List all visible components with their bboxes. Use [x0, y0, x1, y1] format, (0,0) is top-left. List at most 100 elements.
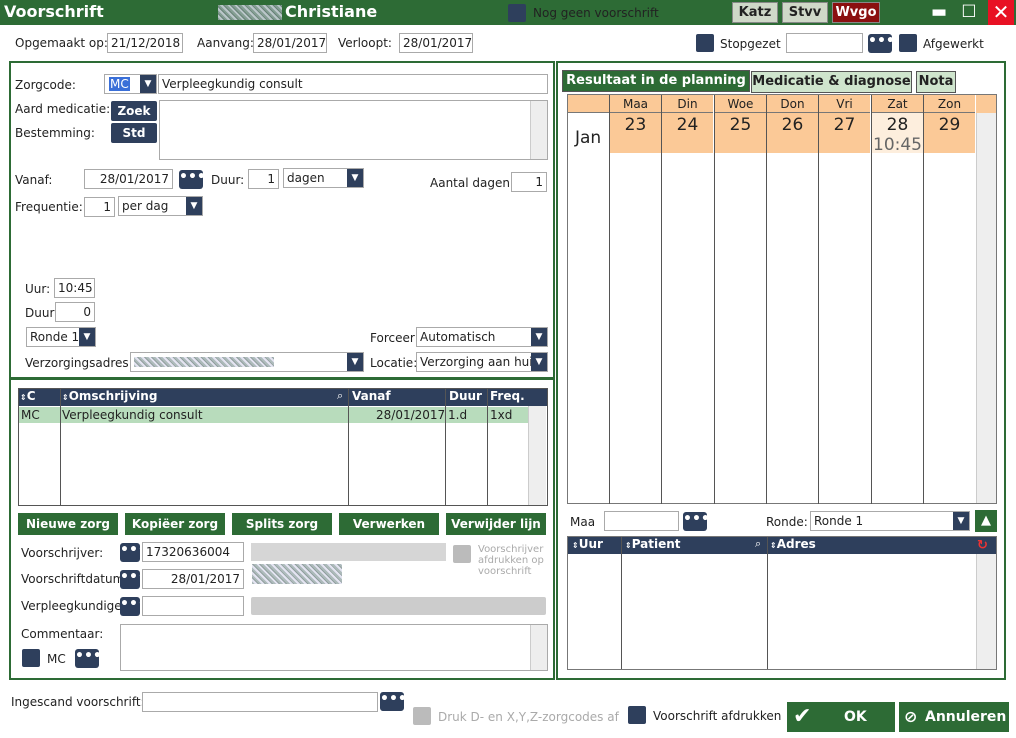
voorschriftdatum-dots-button[interactable]: •••: [120, 570, 147, 589]
voorschriftdatum-field[interactable]: 28/01/2017: [142, 569, 244, 589]
aard-medicatie-textarea[interactable]: [159, 100, 548, 160]
textarea-scrollbar[interactable]: [530, 101, 547, 159]
chevron-down-icon: ▼: [79, 328, 95, 346]
appointment-time[interactable]: 10:45: [872, 135, 923, 155]
tab-medicatie[interactable]: Medicatie & diagnose: [751, 71, 912, 93]
tab-resultaat[interactable]: Resultaat in de planning: [562, 70, 750, 92]
grid-scrollbar[interactable]: [528, 406, 546, 505]
verpleegkundige-label: Verpleegkundige:: [21, 599, 126, 613]
grid-col-freq[interactable]: Freq.: [490, 389, 525, 403]
tab-nota[interactable]: Nota: [916, 71, 956, 93]
collapse-up-icon[interactable]: ▲: [975, 510, 997, 532]
afgewerkt-checkbox[interactable]: [899, 34, 917, 52]
annuleren-button[interactable]: ⊘ Annuleren: [899, 702, 1009, 732]
planning-ronde-select[interactable]: Ronde 1 ▼: [810, 511, 970, 531]
calendar-day-name: Zat: [872, 95, 923, 113]
nieuwe-zorg-button[interactable]: Nieuwe zorg: [18, 513, 118, 535]
mc-dots-button[interactable]: •••: [75, 649, 102, 668]
day-number: 23: [624, 115, 647, 135]
aanvang-field[interactable]: 28/01/2017: [253, 33, 327, 53]
opgemaakt-field[interactable]: 21/12/2018: [107, 33, 183, 53]
ingescand-dots-button[interactable]: •••: [380, 692, 407, 711]
stopgezet-field[interactable]: [786, 33, 863, 53]
ronde-select[interactable]: Ronde 1 ▼: [26, 327, 96, 347]
duur2-label: Duur: [25, 306, 55, 320]
std-button[interactable]: Std: [111, 123, 157, 143]
vanaf-field[interactable]: 28/01/2017: [84, 169, 173, 189]
forceer-select[interactable]: Automatisch ▼: [416, 327, 548, 347]
calendar-day-column[interactable]: Maa 23: [609, 95, 661, 504]
afgewerkt-label: Afgewerkt: [923, 37, 984, 51]
calendar-day-column[interactable]: Din 24: [661, 95, 713, 504]
no-prescription-label: Nog geen voorschrift: [533, 6, 659, 20]
zorgcode-description[interactable]: Verpleegkundig consult: [158, 74, 548, 94]
ok-button[interactable]: ✔ OK: [787, 702, 895, 732]
maximize-icon[interactable]: ☐: [958, 2, 980, 22]
frequentie-unit-value: per dag: [122, 199, 169, 213]
search-icon[interactable]: ⌕: [755, 537, 761, 551]
address-redacted: [252, 564, 342, 584]
calendar-day-column[interactable]: Don 26: [766, 95, 818, 504]
no-prescription-checkbox[interactable]: [508, 4, 526, 22]
verpleegkundige-name-field: [251, 597, 546, 615]
calendar-day-column[interactable]: Zon 29: [923, 95, 975, 504]
verpleegkundige-dots-button[interactable]: •••: [120, 597, 147, 616]
verwijder-lijn-button[interactable]: Verwijder lijn: [446, 513, 546, 535]
chevron-down-icon: ▼: [347, 353, 363, 371]
calendar-scrollbar[interactable]: [976, 113, 996, 503]
planning-date-field[interactable]: [604, 511, 679, 531]
day-number: 28: [886, 115, 909, 135]
zorgcode-select[interactable]: MC ▼: [104, 74, 157, 94]
planning-col-adres[interactable]: ⇕Adres: [770, 537, 816, 551]
duur2-field[interactable]: 0: [55, 302, 95, 322]
calendar-day-column[interactable]: Vri 27: [818, 95, 870, 504]
refresh-icon[interactable]: ↻: [977, 538, 988, 553]
ingescand-field[interactable]: [142, 692, 378, 712]
commentaar-textarea[interactable]: [120, 624, 548, 671]
verloopt-field[interactable]: 28/01/2017: [399, 33, 473, 53]
frequentie-field[interactable]: 1: [84, 197, 115, 217]
duur-unit-select[interactable]: dagen ▼: [283, 168, 364, 188]
aantal-dagen-field[interactable]: 1: [511, 172, 547, 192]
zoek-button[interactable]: Zoek: [111, 101, 157, 121]
duur-field[interactable]: 1: [248, 169, 279, 189]
verwerken-button[interactable]: Verwerken: [339, 513, 439, 535]
calendar-month: Jan: [575, 128, 602, 148]
voorschrift-afdrukken-label: Voorschrift afdrukken: [653, 709, 782, 723]
stopgezet-checkbox[interactable]: [696, 34, 714, 52]
commentaar-scrollbar[interactable]: [530, 625, 547, 670]
vanaf-dots-button[interactable]: •••: [179, 170, 206, 189]
grid-col-vanaf[interactable]: Vanaf: [352, 389, 391, 403]
close-icon[interactable]: ✕: [988, 0, 1014, 25]
verzorgingsadres-select[interactable]: ▼: [130, 352, 364, 372]
grid-col-omschrijving[interactable]: ⇕Omschrijving: [62, 389, 157, 403]
splits-zorg-button[interactable]: Splits zorg: [232, 513, 332, 535]
uur-field[interactable]: 10:45: [54, 278, 95, 298]
stopgezet-dots-button[interactable]: •••: [868, 34, 895, 53]
calendar-day-number: 23: [610, 113, 661, 153]
grid-col-c[interactable]: ⇕C: [20, 389, 36, 403]
planning-col-patient[interactable]: ⇕Patient: [625, 537, 681, 551]
voorschrijver-field[interactable]: 17320636004: [142, 542, 244, 562]
voorschrift-afdrukken-checkbox[interactable]: [628, 706, 646, 724]
mc-checkbox[interactable]: [22, 649, 40, 667]
planning-dots-button[interactable]: •••: [683, 512, 710, 531]
grid-col-duur[interactable]: Duur: [449, 389, 482, 403]
voorschrijver-dots-button[interactable]: •••: [120, 543, 147, 562]
planning-scrollbar[interactable]: [976, 554, 996, 669]
locatie-select[interactable]: Verzorging aan huis ▼: [416, 352, 548, 372]
search-icon[interactable]: ⌕: [337, 389, 343, 403]
kopieer-zorg-button[interactable]: Kopiëer zorg: [125, 513, 225, 535]
druk-zorgcodes-checkbox[interactable]: [413, 707, 431, 725]
planning-col-uur[interactable]: ⇕Uur: [572, 537, 603, 551]
calendar-corner-right: [976, 95, 996, 113]
katz-button[interactable]: Katz: [732, 2, 778, 23]
minimize-icon[interactable]: ▬: [928, 2, 950, 22]
verpleegkundige-field[interactable]: [142, 596, 244, 616]
frequentie-unit-select[interactable]: per dag ▼: [118, 196, 203, 216]
voorschrijver-print-checkbox[interactable]: [453, 545, 471, 563]
stvv-button[interactable]: Stvv: [782, 2, 828, 23]
calendar-day-column[interactable]: Zat 28 10:45: [871, 95, 923, 504]
wvgo-button[interactable]: Wvgo: [832, 2, 880, 23]
calendar-day-column[interactable]: Woe 25: [714, 95, 766, 504]
